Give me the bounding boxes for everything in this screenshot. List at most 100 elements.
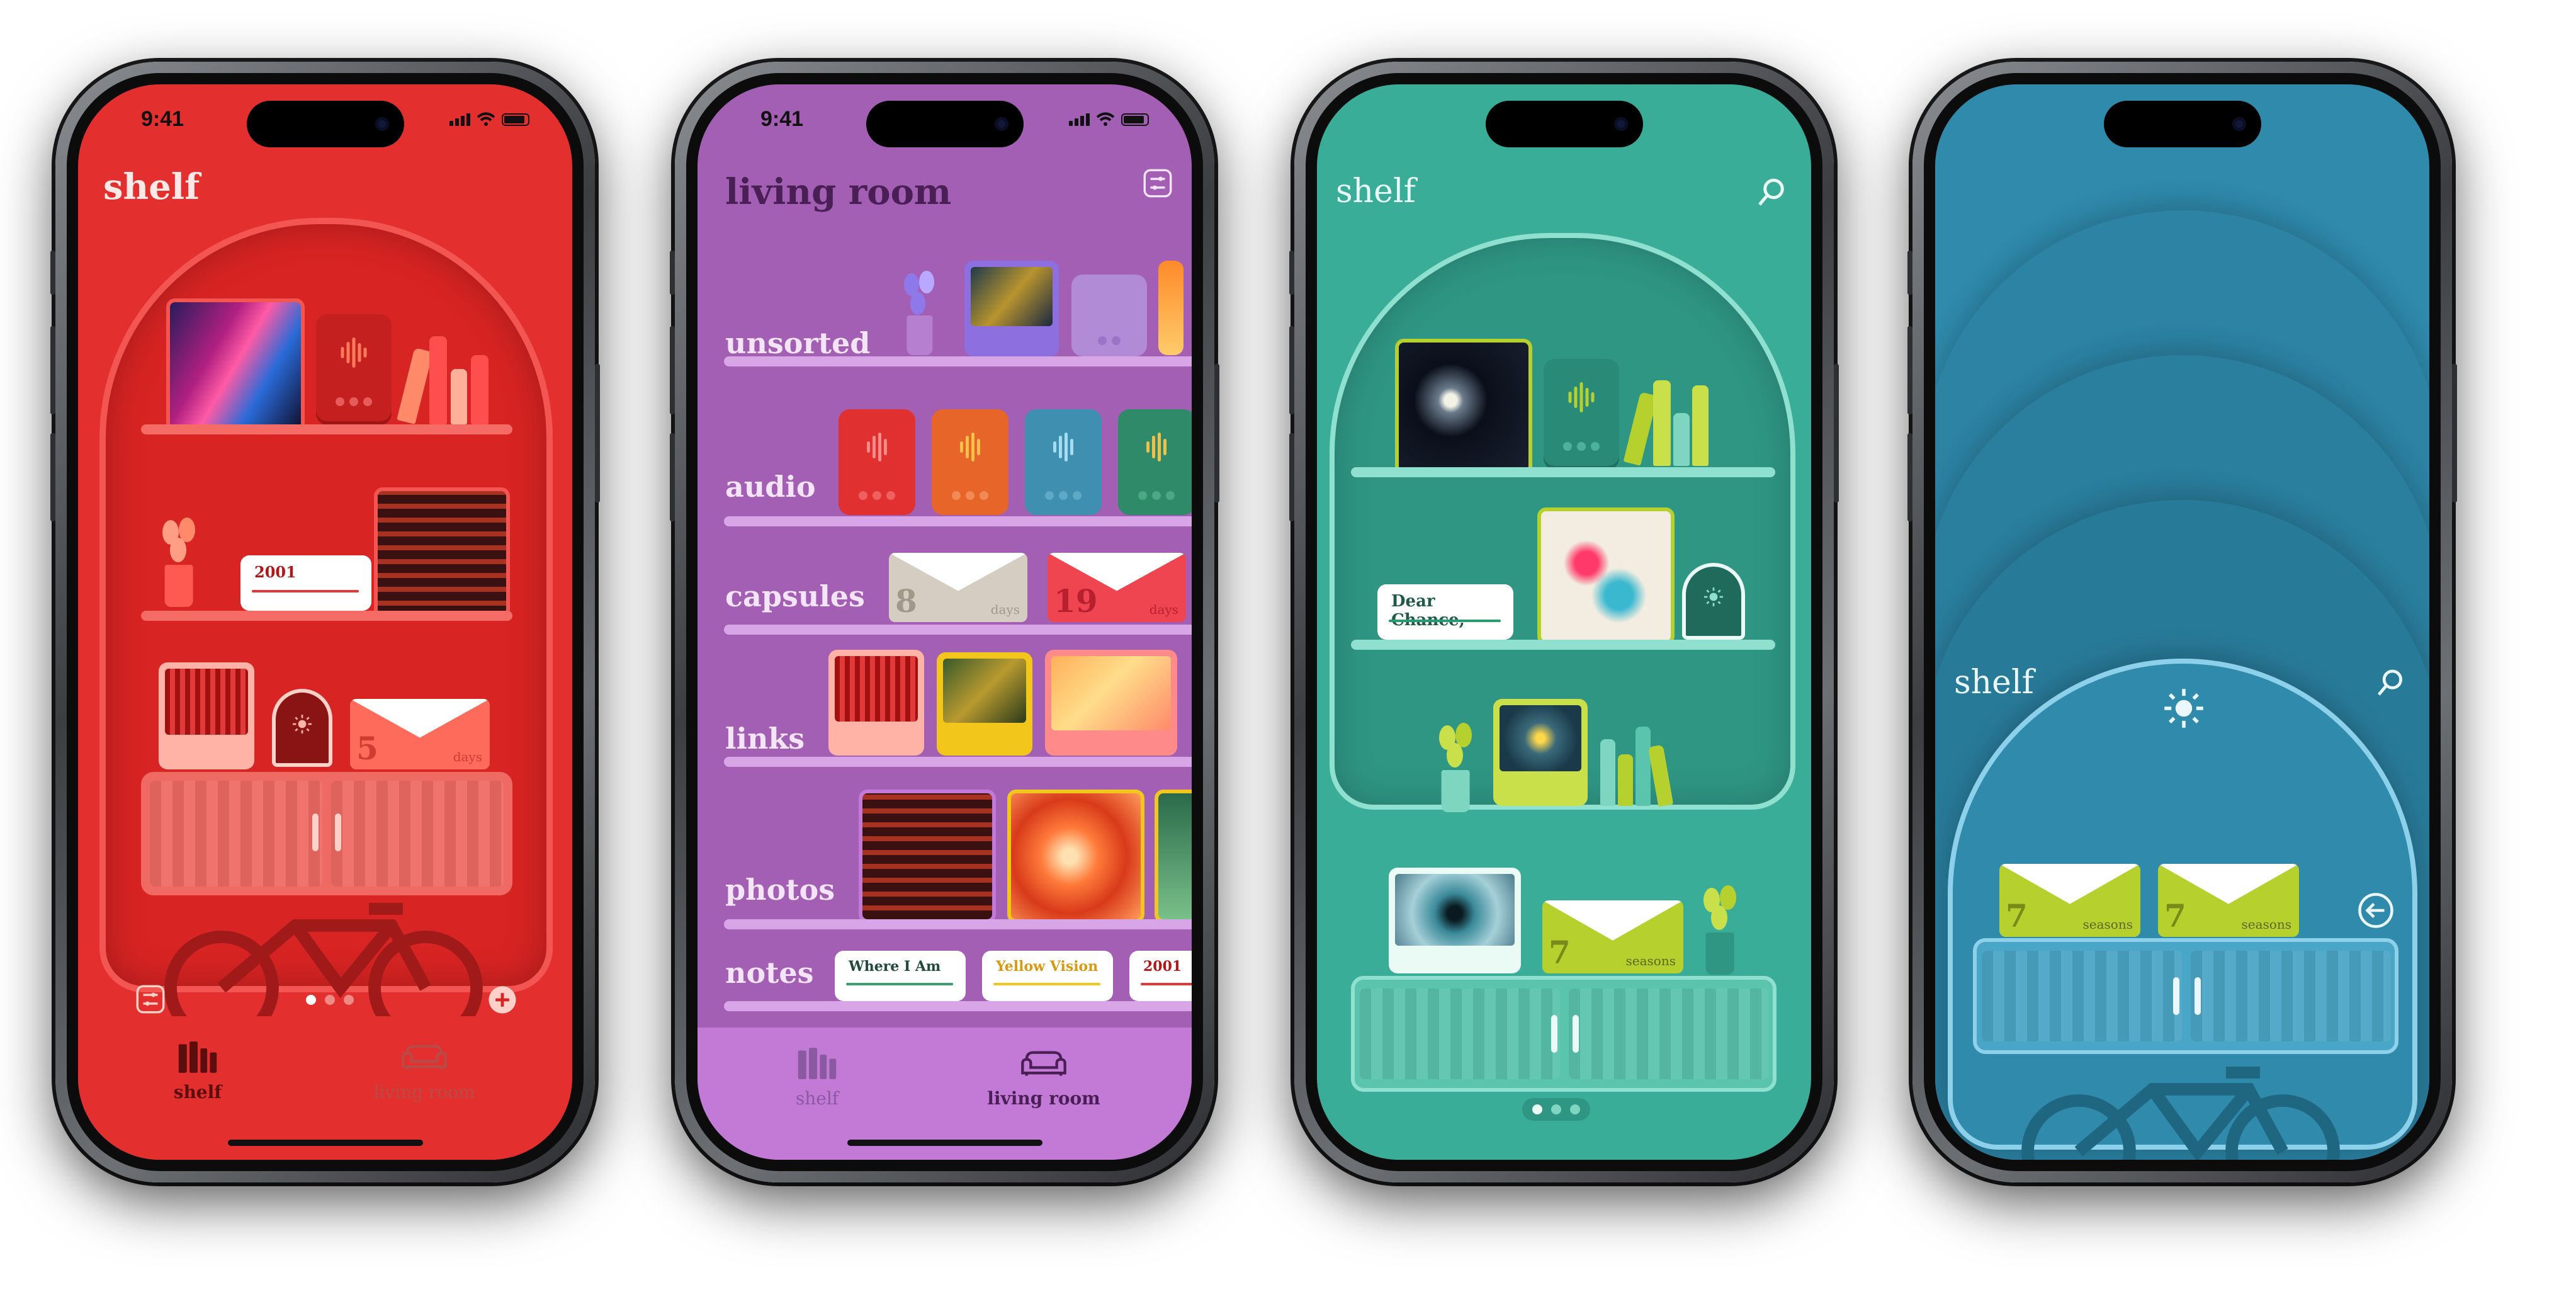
screen-living-room-purple: 9:41 living room unsorted audio capsules…: [698, 84, 1192, 1160]
tab-living-room-label: living room: [987, 1088, 1100, 1109]
capsule-envelope[interactable]: 19 days: [1048, 553, 1186, 622]
shelf-board: [724, 625, 1192, 635]
photo-space-station[interactable]: [1395, 339, 1532, 475]
dynamic-island: [1485, 101, 1643, 147]
capsule-envelope[interactable]: 8 days: [889, 553, 1027, 622]
filter-icon[interactable]: [1143, 169, 1172, 198]
volume-up-button: [1907, 326, 1912, 414]
book[interactable]: [1618, 754, 1633, 806]
signal-icon: [1069, 113, 1090, 126]
link-monitor[interactable]: [159, 662, 254, 769]
sun-icon: [1704, 587, 1723, 606]
audio-speaker-orange[interactable]: [932, 409, 1008, 515]
capsule-envelope[interactable]: 7 seasons: [1999, 864, 2140, 937]
volume-down-button: [1289, 433, 1294, 521]
power-button: [1214, 364, 1219, 502]
wifi-icon: [477, 112, 495, 126]
row-label-audio: audio: [725, 470, 816, 504]
note-card[interactable]: Dear Chance,: [1377, 584, 1513, 640]
capsule-unit: seasons: [2082, 917, 2133, 932]
book[interactable]: [1673, 413, 1690, 466]
link-monitor-yellow[interactable]: [937, 652, 1032, 756]
audio-speaker-green[interactable]: [1118, 409, 1192, 515]
audio-speaker[interactable]: [1071, 275, 1147, 356]
note-card[interactable]: Yellow Vision: [982, 951, 1113, 1001]
capsule-number: 19: [1054, 582, 1098, 620]
mute-switch: [670, 251, 675, 295]
plant: [896, 267, 943, 355]
audio-speaker-blue[interactable]: [1025, 409, 1102, 515]
screen-shelf-teal: shelf Dear Chance, 7 seasons: [1317, 84, 1811, 1160]
lamp-device[interactable]: [1682, 563, 1745, 640]
sun-icon: [293, 715, 312, 734]
book[interactable]: [1600, 739, 1615, 806]
cabinet[interactable]: [141, 772, 512, 895]
sun-icon[interactable]: [2163, 688, 2205, 729]
add-icon[interactable]: [487, 985, 517, 1015]
photo-orange[interactable]: [1158, 261, 1183, 355]
audio-speaker-red[interactable]: [839, 409, 915, 515]
filter-icon[interactable]: [136, 985, 165, 1014]
mute-switch: [1907, 251, 1912, 295]
dynamic-island: [2103, 101, 2261, 147]
photo-architecture[interactable]: [374, 487, 510, 618]
row-label-capsules: capsules: [725, 579, 865, 613]
book[interactable]: [1635, 727, 1651, 806]
photo-flower[interactable]: [1007, 790, 1144, 923]
capsule-number: 7: [1549, 934, 1571, 971]
page-indicator[interactable]: [1522, 1098, 1590, 1121]
shelf-board: [141, 611, 512, 621]
book[interactable]: [429, 336, 447, 424]
photo-architecture[interactable]: [859, 790, 996, 923]
photo-green[interactable]: [1155, 790, 1192, 923]
capsule-envelope[interactable]: 7 seasons: [2158, 864, 2299, 937]
note-card-title: Where I Am: [849, 958, 941, 975]
audio-speaker[interactable]: [1544, 359, 1619, 466]
tab-shelf[interactable]: shelf: [754, 1046, 880, 1109]
audio-speaker[interactable]: [316, 314, 392, 421]
cabinet[interactable]: [1973, 938, 2398, 1054]
tab-shelf[interactable]: shelf: [135, 1040, 261, 1102]
search-icon[interactable]: [2376, 667, 2406, 698]
shelf-board: [1351, 467, 1775, 477]
book[interactable]: [451, 369, 467, 424]
tab-living-room[interactable]: living room: [981, 1046, 1107, 1109]
photo-abstract-art[interactable]: [1537, 507, 1675, 645]
back-arrow-icon[interactable]: [2357, 892, 2395, 929]
capsule-envelope[interactable]: 7 seasons: [1542, 900, 1683, 973]
power-button: [2452, 364, 2457, 502]
link-monitor-peach[interactable]: [1045, 650, 1177, 756]
shelf-board: [724, 919, 1192, 929]
capsule-number: 7: [2164, 897, 2186, 934]
volume-down-button: [670, 433, 675, 521]
capsule-number: 7: [2006, 897, 2028, 934]
page-indicator[interactable]: [306, 995, 354, 1005]
link-monitor[interactable]: [1493, 699, 1588, 806]
dynamic-island: [866, 101, 1024, 147]
note-card[interactable]: 2001: [240, 555, 371, 611]
books-icon: [798, 1048, 837, 1079]
tab-living-room[interactable]: living room: [361, 1040, 487, 1102]
note-card-title: Dear Chance,: [1391, 592, 1465, 630]
book[interactable]: [471, 355, 489, 424]
search-icon[interactable]: [1756, 176, 1788, 208]
page-title: shelf: [1336, 173, 1416, 210]
link-monitor-pink[interactable]: [828, 650, 924, 756]
volume-down-button: [1907, 433, 1912, 521]
book[interactable]: [1692, 385, 1709, 466]
status-time: 9:41: [141, 107, 184, 131]
link-monitor[interactable]: [964, 261, 1059, 356]
link-monitor[interactable]: [1389, 868, 1521, 973]
book[interactable]: [1653, 380, 1671, 466]
note-card[interactable]: Where I Am: [835, 951, 966, 1001]
cabinet[interactable]: [1351, 976, 1777, 1092]
page-title: shelf: [1954, 664, 2034, 701]
tab-shelf-label: shelf: [173, 1082, 222, 1102]
tab-bar: shelf living room: [698, 1028, 1192, 1160]
phone-mockup-blue: shelf 7 seasons 7 seasons: [1907, 62, 2457, 1182]
capsule-envelope[interactable]: 5 days: [350, 699, 490, 769]
lamp-device[interactable]: [272, 689, 332, 767]
note-card[interactable]: 2001: [1129, 951, 1192, 1001]
photo-neon-tunnel[interactable]: [166, 298, 305, 432]
status-icons: [1069, 112, 1149, 126]
